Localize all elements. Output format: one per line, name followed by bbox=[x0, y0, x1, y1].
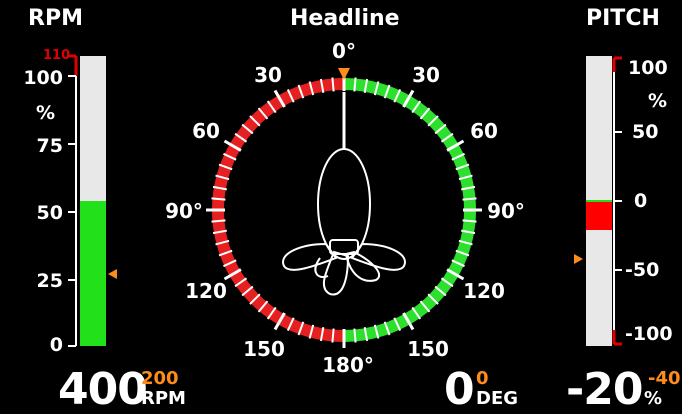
rpm-tick-100: 100 bbox=[23, 67, 63, 89]
compass-minor-tick bbox=[331, 328, 335, 343]
headline-left-30: 30 bbox=[254, 63, 282, 87]
headline-unit: DEG bbox=[476, 388, 519, 409]
headline-target: 0 bbox=[476, 368, 489, 389]
compass-minor-tick bbox=[462, 219, 477, 223]
rpm-tick-75: 75 bbox=[36, 135, 63, 157]
pitch-setpoint-marker bbox=[574, 254, 583, 264]
rpm-tick-50: 50 bbox=[36, 202, 63, 224]
headline-left-150: 150 bbox=[243, 337, 285, 361]
pitch-tick-100: 100 bbox=[628, 57, 668, 79]
rpm-setpoint-marker bbox=[108, 268, 117, 279]
headline-right-60: 60 bbox=[470, 119, 498, 143]
pitch-unit-label: % bbox=[648, 90, 668, 112]
pitch-value: -20 bbox=[566, 364, 643, 414]
pitch-tick-0: 0 bbox=[634, 190, 648, 212]
rpm-tick-25: 25 bbox=[36, 270, 63, 292]
compass-minor-tick bbox=[211, 219, 226, 223]
pitch-unit: % bbox=[644, 388, 663, 409]
compass-minor-tick bbox=[353, 77, 357, 92]
rpm-bar bbox=[80, 56, 106, 346]
headline-compass: 0° 180° 30 60 90° 120 150 30 60 90° 120 … bbox=[165, 39, 525, 377]
headline-right-30: 30 bbox=[412, 63, 440, 87]
rpm-bar-fill bbox=[80, 201, 106, 346]
rpm-title: RPM bbox=[28, 6, 83, 31]
compass-minor-tick bbox=[331, 77, 335, 92]
rpm-scale bbox=[68, 54, 78, 347]
rpm-value: 400 bbox=[58, 364, 148, 414]
pitch-target: -40 bbox=[648, 368, 681, 389]
headline-right-90: 90° bbox=[487, 199, 525, 223]
pitch-tick-50: 50 bbox=[632, 121, 659, 143]
rpm-unit: RPM bbox=[141, 388, 186, 409]
rpm-unit-label: % bbox=[36, 102, 56, 124]
headline-right-120: 120 bbox=[463, 279, 505, 303]
headline-title: Headline bbox=[290, 6, 400, 31]
pitch-tick-minus-50: -50 bbox=[625, 259, 660, 281]
compass-port-arc bbox=[212, 78, 345, 342]
propeller-icon bbox=[282, 239, 406, 296]
propeller-pod bbox=[317, 148, 371, 260]
compass-starboard-arc bbox=[343, 78, 476, 342]
headline-left-90: 90° bbox=[165, 199, 203, 223]
pitch-bar bbox=[586, 56, 612, 346]
pitch-title: PITCH bbox=[586, 6, 660, 31]
pitch-tick-minus-100: -100 bbox=[625, 323, 673, 345]
compass-minor-tick bbox=[211, 197, 226, 201]
pitch-zero-line bbox=[586, 200, 612, 202]
headline-top-label: 0° bbox=[332, 39, 356, 63]
propulsion-display: RPM 110 % 100 75 50 25 0 400 200 RPM Hea… bbox=[0, 0, 682, 414]
headline-left-60: 60 bbox=[192, 119, 220, 143]
headline-value: 0 bbox=[444, 364, 475, 414]
compass-minor-tick bbox=[353, 328, 357, 343]
headline-right-150: 150 bbox=[407, 337, 449, 361]
pitch-scale bbox=[612, 56, 622, 346]
headline-left-120: 120 bbox=[185, 279, 227, 303]
headline-bottom-label: 180° bbox=[322, 353, 374, 377]
compass-minor-tick bbox=[462, 197, 477, 201]
pitch-bar-fill bbox=[586, 201, 612, 230]
rpm-tick-0: 0 bbox=[49, 334, 63, 356]
